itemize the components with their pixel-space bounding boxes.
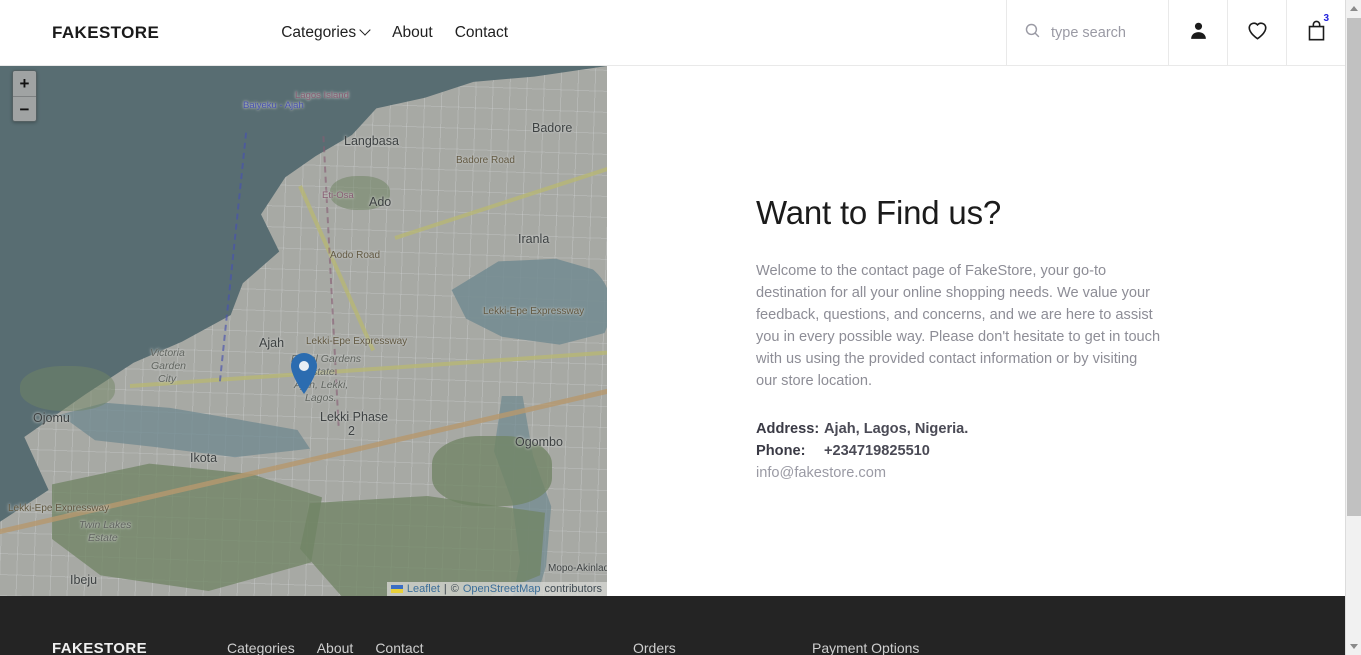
- contact-content: Want to Find us? Welcome to the contact …: [607, 66, 1345, 596]
- site-header: FAKESTORE Categories About Contact type …: [0, 0, 1345, 66]
- page-scrollbar[interactable]: [1345, 0, 1361, 655]
- cart-badge: 3: [1323, 13, 1329, 24]
- map-label: Ibeju: [70, 573, 98, 587]
- phone-value: +234719825510: [824, 442, 930, 459]
- footer-nav-about[interactable]: About: [317, 640, 354, 655]
- map-zoom-in-button[interactable]: +: [13, 71, 36, 96]
- contact-details: Address: Ajah, Lagos, Nigeria. Phone: +2…: [756, 419, 1176, 485]
- address-label: Address:: [756, 421, 820, 437]
- map-label: Badore: [532, 121, 573, 135]
- map-label: Langbasa: [344, 134, 399, 148]
- map-label: Garden: [151, 360, 187, 372]
- address-row: Address: Ajah, Lagos, Nigeria.: [756, 419, 1176, 441]
- map-label: Eti-Osa: [322, 190, 354, 201]
- map-label: Ado: [369, 195, 392, 209]
- nav-item-categories[interactable]: Categories: [281, 24, 370, 42]
- map-label: 2: [348, 424, 355, 438]
- map-label: Ikota: [190, 451, 218, 465]
- map-zoom-out-button[interactable]: −: [13, 96, 36, 121]
- map-label: Lekki-Epe Expressway: [306, 336, 408, 347]
- nav-item-about[interactable]: About: [392, 24, 433, 42]
- attribution-contributors: contributors: [544, 583, 602, 595]
- cart-button[interactable]: 3: [1286, 0, 1345, 66]
- search-icon: [1024, 22, 1041, 44]
- nav-item-contact[interactable]: Contact: [455, 24, 508, 42]
- map-label: City: [158, 373, 177, 385]
- email-value[interactable]: info@fakestore.com: [756, 463, 1176, 485]
- map-label: Lagos Island: [295, 90, 349, 101]
- leaflet-link[interactable]: Leaflet: [407, 583, 440, 595]
- map-label: Ajah: [259, 336, 285, 350]
- map-zoom-controls[interactable]: + −: [12, 70, 37, 122]
- ukraine-flag-icon: [390, 585, 403, 593]
- chevron-down-icon: [361, 26, 370, 35]
- phone-row: Phone: +234719825510: [756, 441, 1176, 463]
- footer-orders-heading[interactable]: Orders: [633, 640, 676, 655]
- account-button[interactable]: [1168, 0, 1227, 66]
- search-box[interactable]: [1006, 0, 1168, 66]
- map-container[interactable]: Langbasa Badore Ado Iranla Ajah Ojomu Ikota Ibe…: [0, 66, 607, 596]
- map-green-area: [20, 366, 115, 411]
- main-nav: Categories About Contact: [281, 0, 508, 65]
- openstreetmap-link[interactable]: OpenStreetMap: [463, 583, 541, 595]
- heart-icon: [1246, 19, 1269, 47]
- intro-paragraph: Welcome to the contact page of FakeStore…: [756, 263, 1161, 389]
- wishlist-button[interactable]: [1227, 0, 1286, 66]
- map-label: Iranla: [518, 232, 550, 246]
- map-attribution: Leaflet | © OpenStreetMap contributors: [386, 582, 607, 596]
- address-value: Ajah, Lagos, Nigeria.: [824, 421, 969, 437]
- page-title: Want to Find us?: [756, 194, 1002, 231]
- site-footer: FAKESTORE Categories About Contact Order…: [0, 596, 1345, 655]
- footer-payment-heading[interactable]: Payment Options: [812, 640, 919, 655]
- footer-left: FAKESTORE Categories About Contact: [52, 640, 424, 655]
- map-label: Estate: [88, 532, 118, 544]
- contact-inner: Want to Find us? Welcome to the contact …: [756, 194, 1176, 485]
- map-label: Baiyeku - Ajah: [243, 100, 304, 111]
- map-label: Ojomu: [33, 411, 70, 425]
- footer-brand[interactable]: FAKESTORE: [52, 640, 147, 655]
- map-label: Lekki Phase: [320, 410, 389, 424]
- map-label: Mopo-Akinlade: [548, 563, 607, 574]
- map-label: Aodo Road: [330, 250, 381, 261]
- map-label: Victoria: [150, 347, 185, 359]
- attribution-separator: |: [443, 583, 447, 595]
- footer-nav: Categories About Contact: [227, 640, 424, 655]
- footer-nav-categories[interactable]: Categories: [227, 640, 295, 655]
- phone-label: Phone:: [756, 442, 806, 459]
- map-label: Lekki-Epe Expressway: [8, 503, 110, 514]
- triangle-up-icon: [1350, 6, 1358, 11]
- person-icon: [1188, 20, 1209, 46]
- header-actions: 3: [1006, 0, 1345, 66]
- scrollbar-up-arrow[interactable]: [1346, 0, 1361, 17]
- map-label: Twin Lakes: [79, 519, 132, 531]
- brand-logo[interactable]: FAKESTORE: [0, 0, 159, 65]
- nav-label-categories: Categories: [281, 23, 357, 41]
- map-label: Ogombo: [515, 435, 563, 449]
- scrollbar-down-arrow[interactable]: [1346, 638, 1361, 655]
- scrollbar-thumb[interactable]: [1347, 18, 1361, 516]
- map-location-marker[interactable]: [291, 353, 317, 394]
- map-green-area: [300, 496, 545, 596]
- attribution-copyright: ©: [450, 583, 459, 595]
- footer-nav-contact[interactable]: Contact: [375, 640, 423, 655]
- page-root: FAKESTORE Categories About Contact type …: [0, 0, 1361, 655]
- triangle-down-icon: [1350, 644, 1358, 649]
- map-label: Lekki-Epe Expressway: [483, 306, 585, 317]
- map-canvas: Langbasa Badore Ado Iranla Ajah Ojomu Ikota Ibe…: [0, 66, 607, 596]
- map-label: Badore Road: [456, 155, 515, 166]
- search-input[interactable]: [1051, 25, 1156, 41]
